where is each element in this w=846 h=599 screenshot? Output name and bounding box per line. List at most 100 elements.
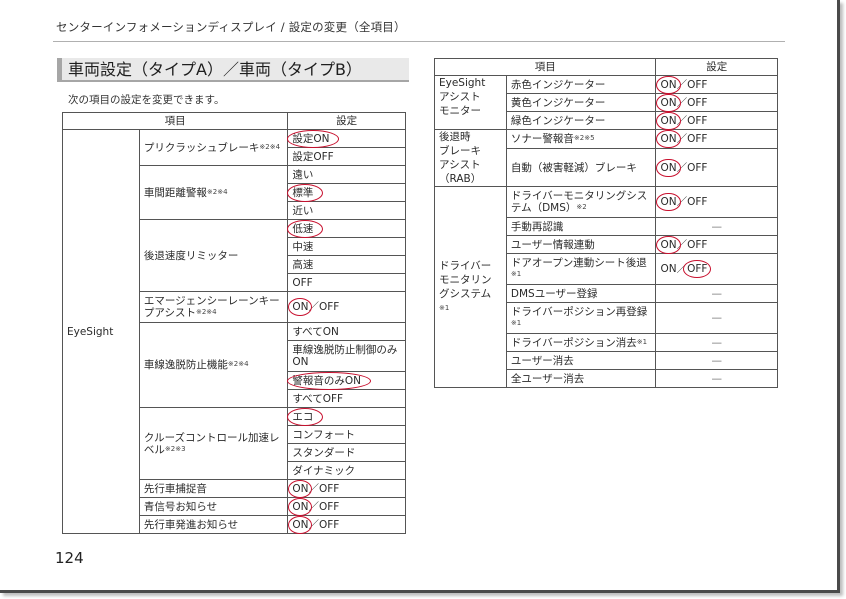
option-on[interactable]: ON (656, 193, 681, 211)
option-off[interactable]: OFF (319, 519, 339, 531)
option-label: 低速 (287, 219, 324, 238)
setting-item-label: ドライバーポジション消去※1 (505, 333, 657, 352)
option-off[interactable]: OFF (687, 162, 707, 174)
item-text: 全ユーザー消去 (510, 372, 585, 385)
setting-option[interactable]: 高速 (287, 255, 406, 274)
group-label-line: グシステム (439, 288, 492, 300)
on-off-setting[interactable]: ON／OFF (655, 148, 778, 187)
setting-option[interactable]: エコ (287, 407, 406, 426)
option-on[interactable]: ON (656, 235, 681, 254)
option-on[interactable]: ON (288, 479, 313, 498)
setting-item-label: クルーズコントロール加速レベル※2※3 (138, 407, 289, 480)
on-off-setting[interactable]: ON／OFF (287, 479, 406, 498)
option-label: 中速 (292, 240, 314, 253)
setting-option[interactable]: すべてOFF (287, 389, 406, 408)
on-off-setting[interactable]: ON／OFF (655, 128, 778, 150)
footnote-mark: ※1 (439, 304, 450, 312)
setting-item-label: DMSユーザー登録 (505, 284, 657, 303)
option-off[interactable]: OFF (319, 501, 339, 513)
setting-item-label: 先行車発進お知らせ (138, 515, 289, 534)
setting-item-label: 黄色インジケーター (505, 93, 657, 112)
setting-item-label: 手動再認識 (505, 217, 657, 236)
on-off-setting[interactable]: ON／OFF (287, 515, 406, 534)
setting-option[interactable]: 標準 (287, 183, 406, 202)
option-off[interactable]: OFF (319, 301, 339, 313)
option-off[interactable]: OFF (687, 79, 707, 91)
group-label-line: モニタリン (439, 274, 492, 286)
on-off-setting[interactable]: ON／OFF (655, 235, 778, 254)
no-setting: — (655, 284, 778, 303)
option-on[interactable]: ON (656, 93, 681, 112)
option-off[interactable]: OFF (319, 483, 339, 495)
footnote-mark: ※1 (636, 337, 648, 346)
footnote-mark: ※2※3 (164, 444, 186, 453)
group-label-line: 後退時 (439, 131, 471, 143)
on-off-setting[interactable]: ON／OFF (287, 497, 406, 516)
on-off-setting[interactable]: ON／OFF (655, 253, 778, 285)
no-setting: — (655, 333, 778, 352)
option-on[interactable]: ON (656, 111, 681, 130)
option-label: 設定ON (287, 129, 340, 148)
setting-option[interactable]: 警報音のみON (287, 371, 406, 390)
footnote-mark: ※2※4 (195, 308, 217, 316)
option-label: すべてON (292, 325, 339, 338)
footnote-mark: ※2※4 (206, 187, 228, 196)
option-on[interactable]: ON (288, 515, 313, 534)
option-on[interactable]: ON (660, 263, 676, 275)
no-setting: — (655, 351, 778, 370)
option-label: すべてOFF (292, 392, 344, 405)
on-off-setting[interactable]: ON／OFF (655, 111, 778, 130)
option-off[interactable]: OFF (682, 260, 712, 278)
item-text: 青信号お知らせ (143, 500, 218, 513)
setting-item-label: エマージェンシーレーンキープアシスト※2※4 (138, 291, 289, 323)
option-on[interactable]: ON (656, 75, 681, 94)
option-on[interactable]: ON (656, 130, 681, 149)
header-item: 項目 (433, 58, 657, 76)
setting-item-label: 車線逸脱防止機能※2※4 (138, 322, 289, 408)
on-off-setting[interactable]: ON／OFF (655, 93, 778, 112)
setting-option[interactable]: OFF (287, 273, 406, 292)
setting-option[interactable]: コンフォート (287, 425, 406, 444)
no-setting: — (655, 302, 778, 334)
setting-option[interactable]: 低速 (287, 219, 406, 238)
on-off-setting[interactable]: ON／OFF (655, 186, 778, 218)
on-off-setting[interactable]: ON／OFF (655, 75, 778, 94)
vehicle-settings-table: 項目 設定 EyeSight プリクラッシュブレーキ※2※4 設定ON 設定OFF 車間… (61, 112, 406, 534)
setting-item-label: ドライバーポジション再登録※1 (505, 302, 657, 334)
option-on[interactable]: ON (288, 497, 313, 516)
setting-option[interactable]: スタンダード (287, 443, 406, 462)
setting-option[interactable]: 遠い (287, 165, 406, 184)
option-off[interactable]: OFF (687, 239, 707, 251)
option-label: スタンダード (292, 446, 356, 459)
setting-item-label: プリクラッシュブレーキ※2※4 (138, 129, 289, 166)
option-on[interactable]: ON (656, 158, 681, 177)
option-off[interactable]: OFF (687, 97, 707, 109)
item-text: 黄色インジケーター (510, 96, 606, 109)
table-row: EyeSight プリクラッシュブレーキ※2※4 設定ON (62, 129, 406, 534)
no-setting: — (655, 217, 778, 236)
option-off[interactable]: OFF (687, 133, 707, 145)
setting-option[interactable]: すべてON (287, 322, 406, 341)
setting-item-label: 赤色インジケーター (505, 75, 657, 94)
header-setting: 設定 (287, 112, 406, 130)
option-off[interactable]: OFF (687, 196, 707, 208)
setting-item-label: ソナー警報音※2※5 (505, 128, 657, 150)
item-text: プリクラッシュブレーキ (143, 141, 260, 154)
option-off[interactable]: OFF (687, 115, 707, 127)
on-off-setting[interactable]: ON／OFF (287, 291, 406, 323)
footnote-mark: ※1 (510, 270, 522, 278)
footnote-mark: ※2※5 (573, 134, 595, 143)
item-text: 後退速度リミッター (143, 249, 239, 262)
setting-option[interactable]: 設定OFF (287, 147, 406, 166)
setting-item-label: ユーザー消去 (505, 351, 657, 370)
table-row: 後退時 ブレーキ アシスト （RAB） ソナー警報音※2※5 ON／OFF (434, 128, 778, 187)
option-label: 近い (292, 204, 314, 217)
setting-option[interactable]: 設定ON (287, 129, 406, 148)
setting-option[interactable]: 近い (287, 201, 406, 220)
item-text: ドアオープン連動シート後退 (510, 257, 647, 269)
setting-option[interactable]: 中速 (287, 237, 406, 256)
option-on[interactable]: ON (288, 298, 313, 316)
setting-option[interactable]: 車線逸脱防止制御のみON (287, 340, 406, 372)
setting-item-label: 全ユーザー消去 (505, 369, 657, 388)
setting-option[interactable]: ダイナミック (287, 461, 406, 480)
